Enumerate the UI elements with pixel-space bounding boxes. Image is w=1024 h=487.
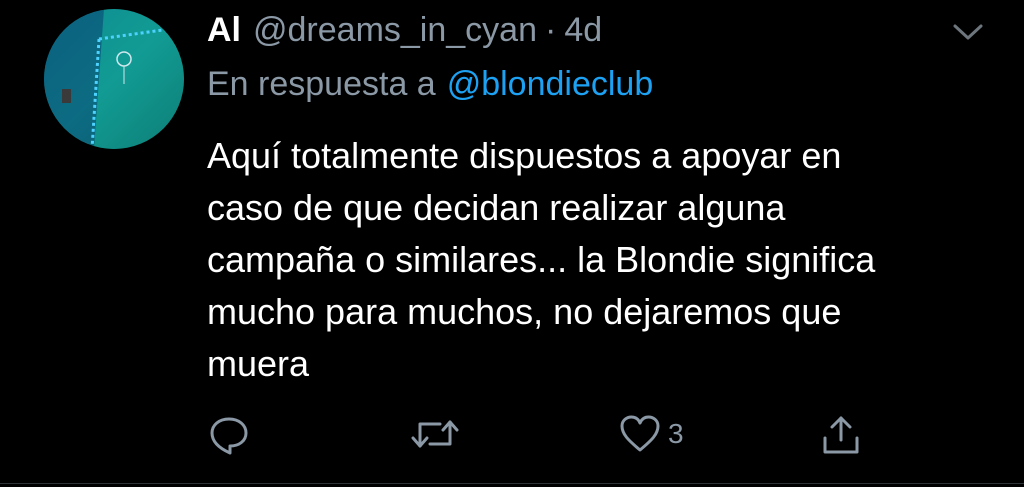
tweet-text-line: mucho para muchos, no dejaremos que bbox=[207, 291, 842, 332]
heart-icon bbox=[620, 415, 660, 452]
speech-bubble-icon bbox=[210, 417, 248, 455]
tweet[interactable]: Al @dreams_in_cyan · 4d En respuesta a @… bbox=[0, 0, 1024, 487]
like-button[interactable]: 3 bbox=[618, 408, 684, 460]
tweet-header: Al @dreams_in_cyan · 4d bbox=[207, 8, 602, 52]
reply-prefix: En respuesta a bbox=[207, 64, 436, 103]
retweet-button[interactable] bbox=[410, 408, 460, 460]
share-icon bbox=[823, 416, 859, 454]
timestamp[interactable]: 4d bbox=[564, 11, 602, 50]
reply-mention-link[interactable]: @blondieclub bbox=[447, 65, 654, 104]
reply-button[interactable] bbox=[207, 408, 251, 460]
retweet-icon bbox=[411, 420, 459, 448]
tweet-text-line: Aquí totalmente dispuestos a apoyar en bbox=[207, 135, 842, 176]
tweet-actions: 3 bbox=[207, 408, 907, 460]
display-name[interactable]: Al bbox=[207, 11, 241, 50]
chevron-down-icon bbox=[953, 24, 983, 40]
user-handle[interactable]: @dreams_in_cyan bbox=[253, 11, 537, 50]
divider bbox=[0, 483, 1024, 484]
tweet-text-line: caso de que decidan realizar alguna bbox=[207, 187, 786, 228]
reply-context: En respuesta a @blondieclub bbox=[207, 62, 653, 106]
tweet-text-line: muera bbox=[207, 343, 310, 384]
avatar-image bbox=[44, 9, 184, 149]
tweet-text-line: campaña o similares... la Blondie signif… bbox=[207, 239, 876, 280]
separator-dot: · bbox=[545, 10, 557, 49]
share-button[interactable] bbox=[819, 408, 863, 460]
tweet-menu-button[interactable] bbox=[950, 18, 986, 46]
avatar[interactable] bbox=[44, 9, 184, 149]
tweet-text: Aquí totalmente dispuestos a apoyar en c… bbox=[207, 130, 1007, 390]
like-count: 3 bbox=[668, 418, 684, 449]
